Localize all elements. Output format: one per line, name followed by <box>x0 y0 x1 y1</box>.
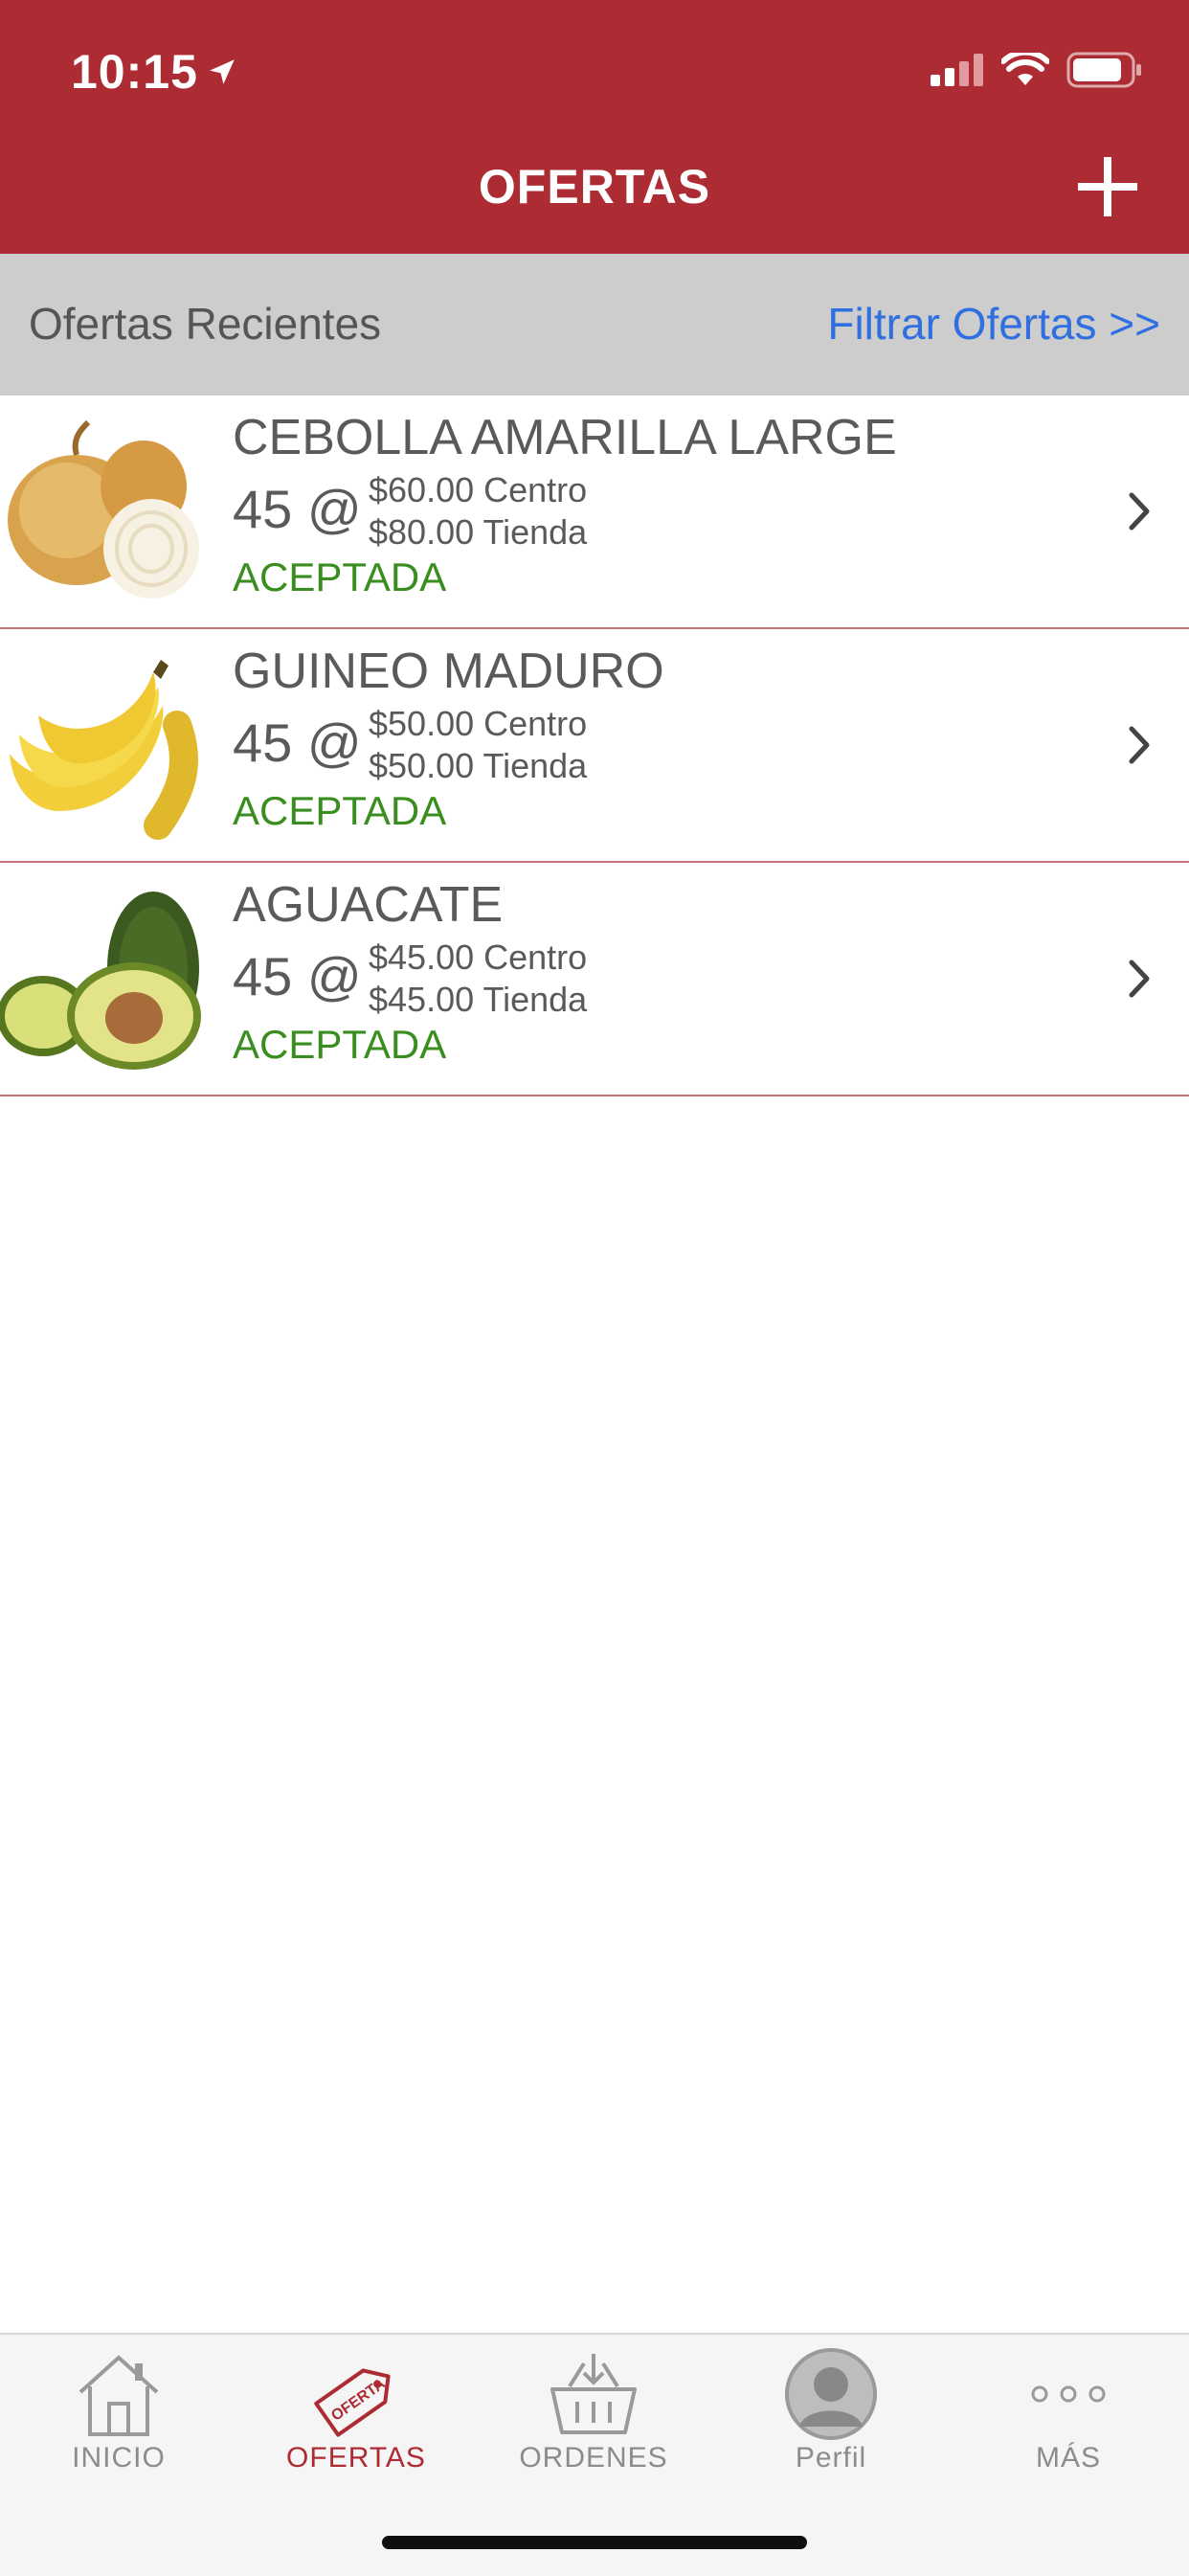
tab-perfil[interactable]: Perfil <box>712 2335 950 2488</box>
offer-name: GUINEO MADURO <box>233 644 664 699</box>
tab-label: OFERTAS <box>286 2442 426 2474</box>
offer-quantity: 45 @ <box>233 946 362 1006</box>
home-indicator[interactable] <box>382 2536 807 2549</box>
offer-name: CEBOLLA AMARILLA LARGE <box>233 410 897 465</box>
offer-price-tienda: $50.00 Tienda <box>369 746 588 785</box>
page-title: OFERTAS <box>478 160 711 214</box>
wifi-icon <box>1001 53 1049 85</box>
offer-price-tienda: $45.00 Tienda <box>369 980 588 1019</box>
tab-mas[interactable]: MÁS <box>950 2335 1187 2488</box>
filter-offers-link[interactable]: Filtrar Ofertas >> <box>827 298 1160 350</box>
offer-price-centro: $45.00 Centro <box>369 938 588 977</box>
section-title: Ofertas Recientes <box>29 299 382 349</box>
status-indicators <box>931 52 1143 88</box>
banana-image <box>10 660 198 840</box>
avatar-icon <box>785 2348 877 2440</box>
offer-quantity: 45 @ <box>233 479 362 539</box>
tab-label: ORDENES <box>519 2442 668 2474</box>
tab-ofertas[interactable]: OFERTA OFERTAS <box>237 2335 475 2488</box>
cellular-signal-icon <box>931 54 983 86</box>
section-bar: Ofertas Recientes Filtrar Ofertas >> <box>0 254 1189 395</box>
chevron-right-icon <box>1129 492 1150 531</box>
more-icon <box>1031 2385 1106 2403</box>
plus-icon[interactable] <box>1076 155 1139 218</box>
offer-tag-icon: OFERTA <box>314 2368 391 2437</box>
offer-row[interactable]: CEBOLLA AMARILLA LARGE 45 @ $60.00 Centr… <box>0 395 1189 629</box>
status-time-text: 10:15 <box>71 45 198 99</box>
offer-price-centro: $60.00 Centro <box>369 470 588 509</box>
location-arrow-icon <box>210 59 235 84</box>
basket-icon <box>550 2354 637 2434</box>
tab-label: Perfil <box>795 2442 867 2474</box>
offer-price-centro: $50.00 Centro <box>369 704 588 743</box>
tab-label: INICIO <box>72 2442 166 2474</box>
offer-quantity: 45 @ <box>233 712 362 773</box>
tab-inicio[interactable]: INICIO <box>0 2335 237 2488</box>
offer-name: AGUACATE <box>233 877 504 933</box>
onion-image <box>8 419 199 599</box>
offer-status: ACEPTADA <box>233 1022 447 1067</box>
chevron-right-icon <box>1129 960 1150 998</box>
status-time: 10:15 <box>71 44 238 100</box>
offer-status: ACEPTADA <box>233 788 447 833</box>
offer-price-tienda: $80.00 Tienda <box>369 512 588 552</box>
tab-label: MÁS <box>1035 2442 1101 2474</box>
offer-status: ACEPTADA <box>233 554 447 599</box>
home-icon <box>79 2355 159 2436</box>
offer-row[interactable]: GUINEO MADURO 45 @ $50.00 Centro $50.00 … <box>0 629 1189 863</box>
offer-row[interactable]: AGUACATE 45 @ $45.00 Centro $45.00 Tiend… <box>0 863 1189 1096</box>
offer-list: CEBOLLA AMARILLA LARGE 45 @ $60.00 Centr… <box>0 395 1189 1096</box>
avocado-image <box>0 892 201 1070</box>
chevron-right-icon <box>1129 726 1150 764</box>
app-header: 10:15 OFERTAS <box>0 0 1189 254</box>
offer-tag-icon-text: OFERTA <box>328 2376 389 2425</box>
battery-icon <box>1066 52 1141 88</box>
tab-ordenes[interactable]: ORDENES <box>475 2335 712 2488</box>
